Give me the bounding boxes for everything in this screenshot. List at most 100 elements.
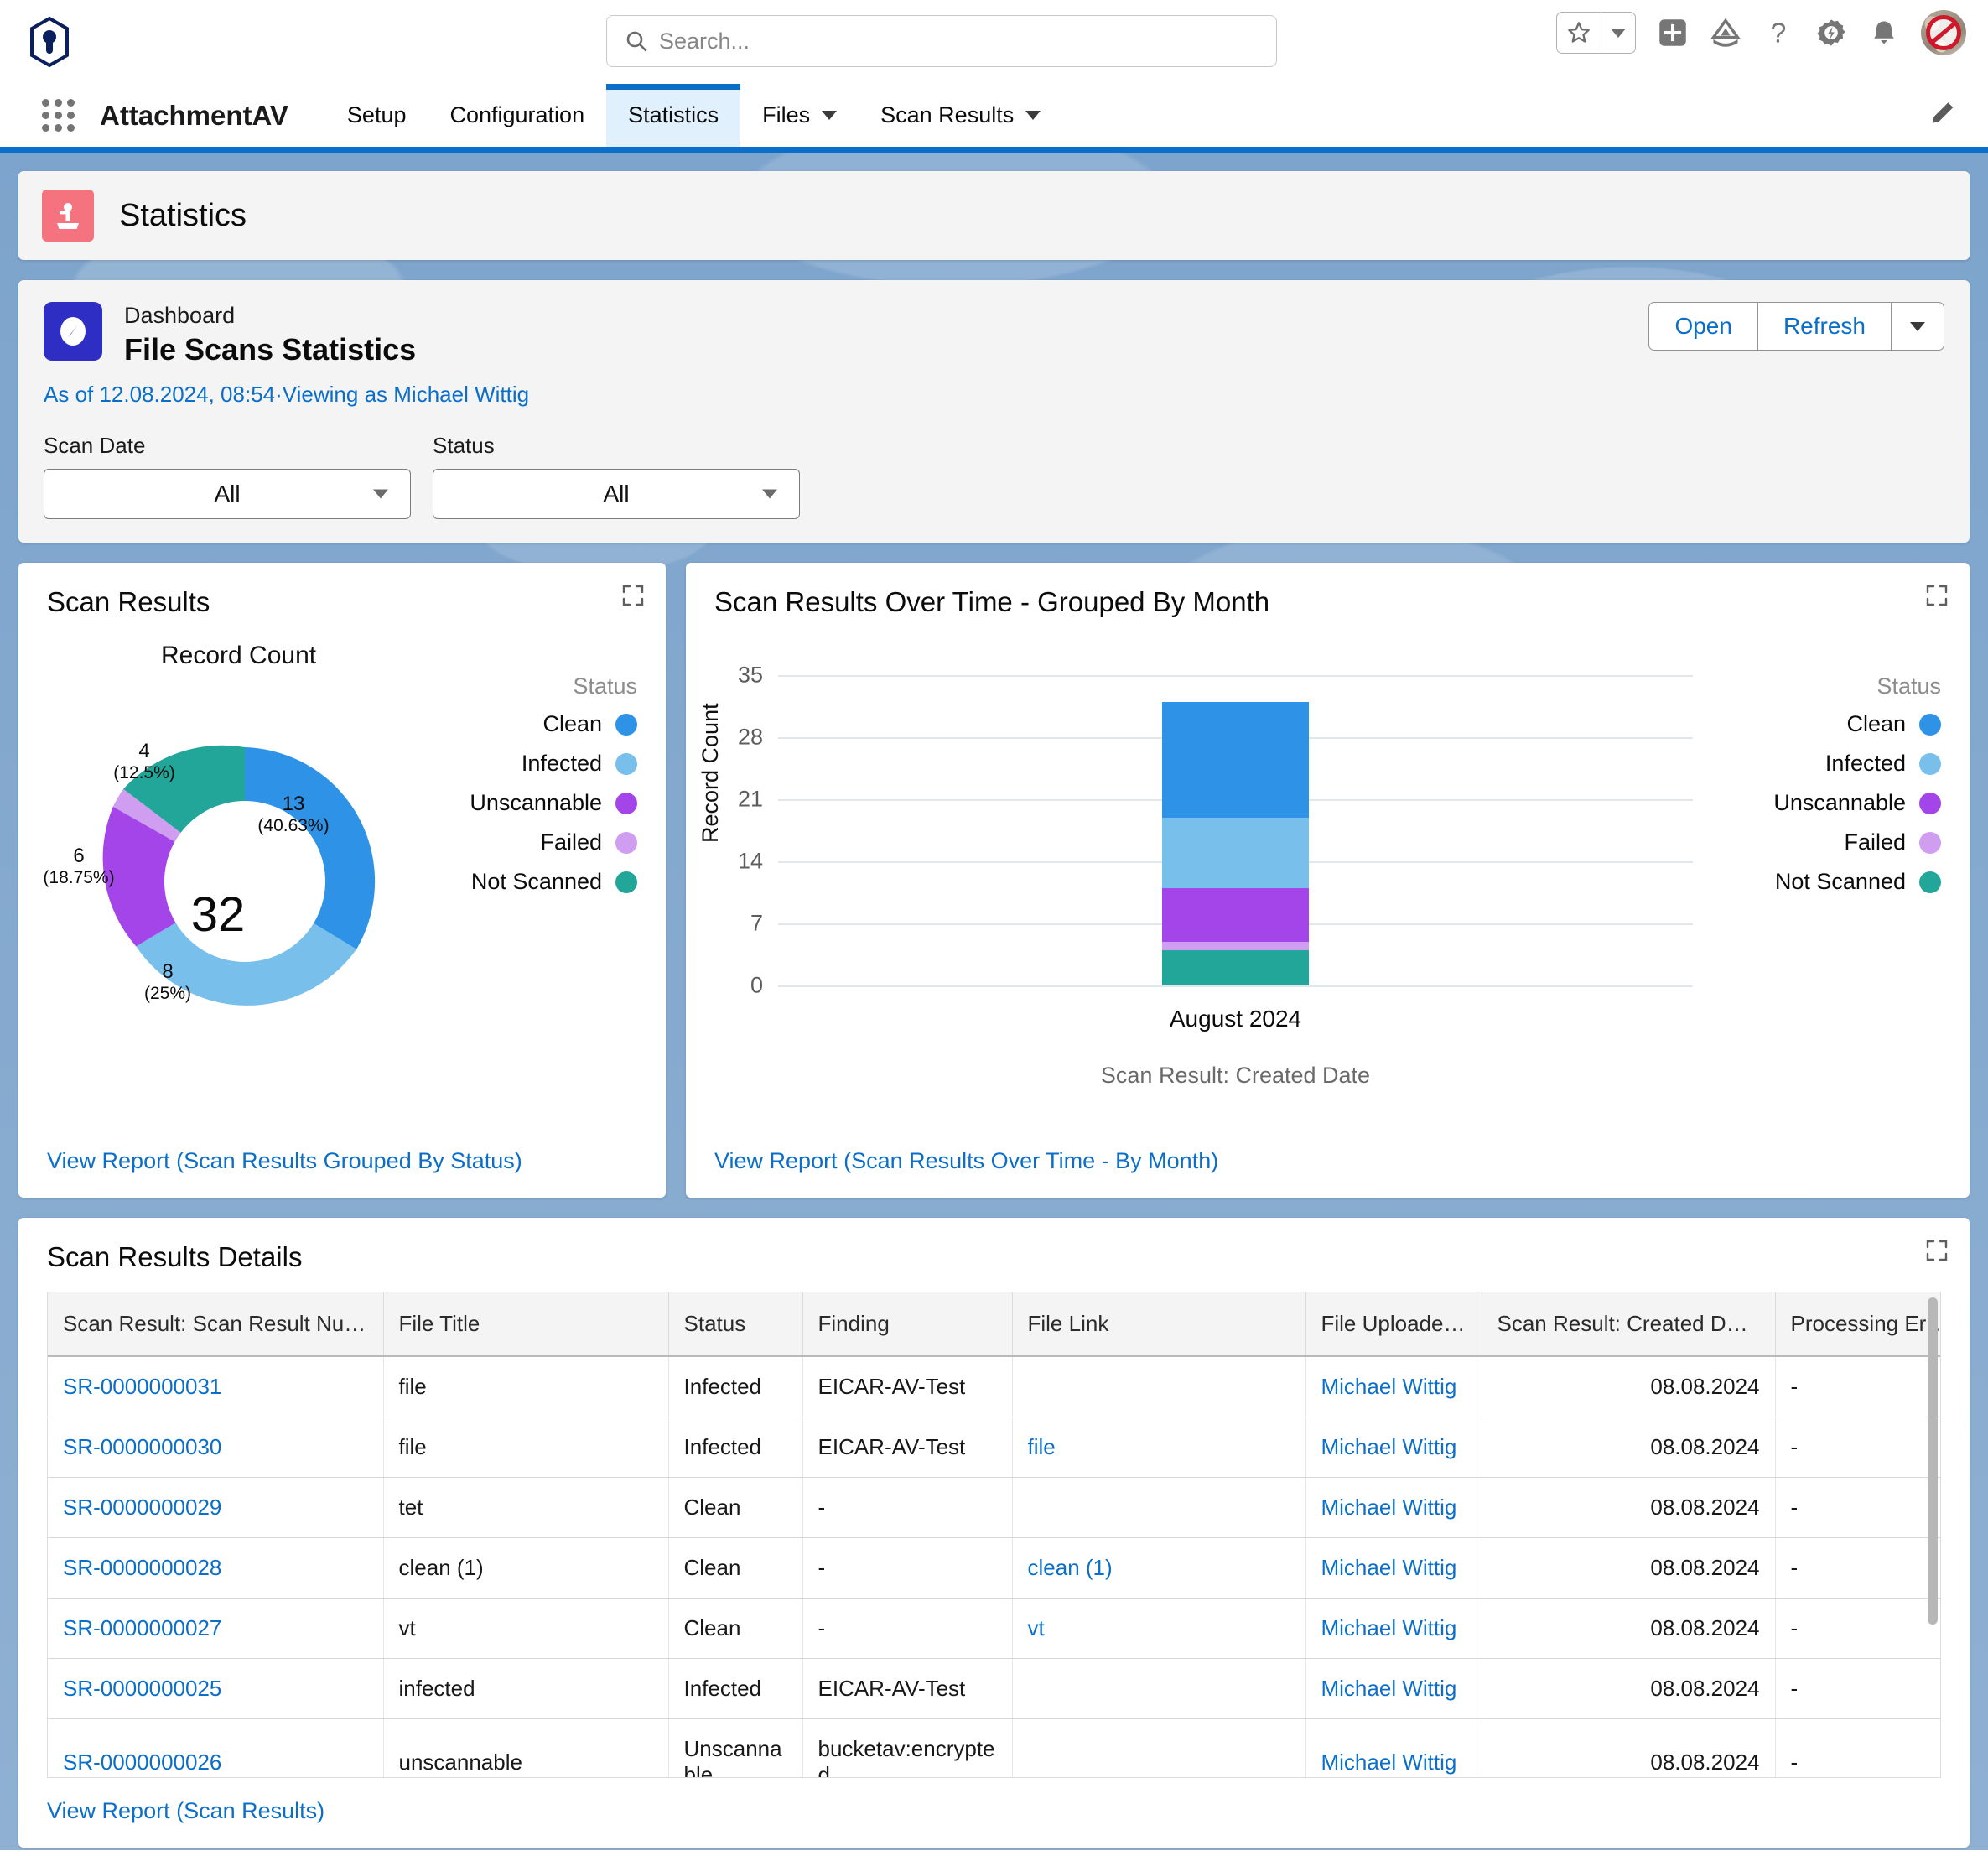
add-icon[interactable] <box>1658 18 1688 48</box>
notifications-bell-icon[interactable] <box>1869 18 1899 48</box>
legend-item-clean[interactable]: Clean <box>470 711 637 737</box>
widget-scan-results-donut: Scan Results Record Count 32 13 (40.63%)… <box>18 563 666 1198</box>
user-avatar[interactable] <box>1921 10 1966 55</box>
expand-icon[interactable] <box>1926 1240 1948 1266</box>
scan-result-link[interactable]: SR-0000000027 <box>63 1615 221 1640</box>
legend-item-failed[interactable]: Failed <box>470 829 637 855</box>
legend-item-infected[interactable]: Infected <box>1773 751 1941 777</box>
table-vertical-scrollbar[interactable] <box>1928 1297 1938 1625</box>
app-launcher-waffle-icon[interactable] <box>42 99 75 132</box>
details-table-body: SR-0000000031 file Infected EICAR-AV-Tes… <box>48 1356 1940 1778</box>
col-file-link[interactable]: File Link <box>1012 1292 1306 1358</box>
filter-scan-date-select[interactable]: All <box>44 469 411 520</box>
file-link[interactable]: file <box>1028 1434 1056 1459</box>
scan-result-link[interactable]: SR-0000000025 <box>63 1676 221 1701</box>
bar-segment-failed <box>1162 941 1309 951</box>
y-tick: 7 <box>750 910 763 936</box>
cell-file-link <box>1012 1356 1306 1418</box>
legend-color-swatch <box>1919 752 1941 775</box>
bar-august-2024[interactable] <box>1162 702 1309 986</box>
tab-files[interactable]: Files <box>740 84 859 147</box>
help-icon[interactable]: ? <box>1763 18 1793 48</box>
file-link[interactable]: vt <box>1028 1615 1045 1640</box>
table-row[interactable]: SR-0000000026 unscannable Unscannable bu… <box>48 1718 1940 1778</box>
dashboard-title: File Scans Statistics <box>124 332 417 367</box>
cell-number: SR-0000000025 <box>48 1658 384 1720</box>
chevron-down-icon[interactable] <box>822 111 838 120</box>
user-link[interactable]: Michael Wittig <box>1321 1495 1457 1520</box>
scan-result-link[interactable]: SR-0000000029 <box>63 1495 221 1520</box>
col-scan-result-number[interactable]: Scan Result: Scan Result Num… <box>48 1292 384 1358</box>
user-link[interactable]: Michael Wittig <box>1321 1555 1457 1580</box>
details-view-report-link[interactable]: View Report (Scan Results) <box>18 1778 1970 1843</box>
table-row[interactable]: SR-0000000025 infected Infected EICAR-AV… <box>48 1658 1940 1720</box>
legend-color-swatch <box>1919 792 1941 814</box>
favorites-group[interactable] <box>1556 12 1636 54</box>
filter-status-value: All <box>603 481 630 507</box>
user-link[interactable]: Michael Wittig <box>1321 1749 1457 1775</box>
filter-status-select[interactable]: All <box>433 469 800 520</box>
legend-color-swatch <box>615 792 637 814</box>
edit-pencil-icon[interactable] <box>1928 99 1956 132</box>
donut-chart: Record Count 32 13 (40.63%) 8 (25%) 6 (1… <box>18 618 666 1138</box>
tab-setup-label: Setup <box>346 102 407 127</box>
legend-color-swatch <box>1919 713 1941 736</box>
search-input[interactable] <box>659 28 1258 55</box>
global-search[interactable] <box>606 15 1277 67</box>
table-row[interactable]: SR-0000000028 clean (1) Clean - clean (1… <box>48 1537 1940 1599</box>
tab-scan-results[interactable]: Scan Results <box>859 84 1062 147</box>
app-launcher-icon[interactable] <box>1710 17 1741 49</box>
header-icon-group: ? <box>1556 10 1966 55</box>
chevron-down-icon[interactable] <box>1025 111 1041 120</box>
cell-number: SR-0000000030 <box>48 1417 384 1479</box>
tab-configuration[interactable]: Configuration <box>428 84 606 147</box>
bar-view-report-link[interactable]: View Report (Scan Results Over Time - By… <box>686 1138 1970 1198</box>
legend-item-clean[interactable]: Clean <box>1773 711 1941 737</box>
dashboard-more-actions-button[interactable] <box>1891 303 1944 350</box>
expand-icon[interactable] <box>1926 585 1948 611</box>
user-link[interactable]: Michael Wittig <box>1321 1374 1457 1399</box>
donut-label-infected: 8 (25%) <box>143 960 192 1003</box>
cell-processing-error: - <box>1775 1417 1940 1479</box>
col-processing-error[interactable]: Processing Er… <box>1775 1292 1940 1358</box>
refresh-button[interactable]: Refresh <box>1757 303 1891 350</box>
tab-statistics[interactable]: Statistics <box>606 84 741 147</box>
cell-created-date: 08.08.2024 <box>1482 1598 1776 1660</box>
table-row[interactable]: SR-0000000027 vt Clean - vt Michael Witt… <box>48 1598 1940 1660</box>
tab-scan-results-label: Scan Results <box>880 102 1015 127</box>
legend-item-failed[interactable]: Failed <box>1773 829 1941 855</box>
global-header: ? <box>0 0 1988 84</box>
expand-icon[interactable] <box>622 585 644 611</box>
scan-result-link[interactable]: SR-0000000030 <box>63 1434 221 1459</box>
col-file-title[interactable]: File Title <box>383 1292 669 1358</box>
legend-item-unscannable[interactable]: Unscannable <box>470 790 637 816</box>
legend-item-not-scanned[interactable]: Not Scanned <box>1773 869 1941 895</box>
tab-setup[interactable]: Setup <box>325 84 428 147</box>
scan-result-link[interactable]: SR-0000000031 <box>63 1374 221 1399</box>
col-finding[interactable]: Finding <box>802 1292 1013 1358</box>
user-link[interactable]: Michael Wittig <box>1321 1434 1457 1459</box>
col-file-uploaded-by[interactable]: File Uploaded… <box>1305 1292 1482 1358</box>
legend-item-unscannable[interactable]: Unscannable <box>1773 790 1941 816</box>
details-table-scroll[interactable]: Scan Result: Scan Result Num… File Title… <box>47 1292 1941 1779</box>
table-row[interactable]: SR-0000000031 file Infected EICAR-AV-Tes… <box>48 1356 1940 1418</box>
legend-item-infected[interactable]: Infected <box>470 751 637 777</box>
col-status[interactable]: Status <box>668 1292 803 1358</box>
col-created-date[interactable]: Scan Result: Created Date… <box>1482 1292 1776 1358</box>
donut-view-report-link[interactable]: View Report (Scan Results Grouped By Sta… <box>18 1138 666 1198</box>
bar-segment-infected <box>1162 817 1309 889</box>
scan-result-link[interactable]: SR-0000000028 <box>63 1555 221 1580</box>
table-row[interactable]: SR-0000000030 file Infected EICAR-AV-Tes… <box>48 1417 1940 1479</box>
open-button[interactable]: Open <box>1649 303 1757 350</box>
legend-item-not-scanned[interactable]: Not Scanned <box>470 869 637 895</box>
file-link[interactable]: clean (1) <box>1028 1555 1113 1580</box>
user-link[interactable]: Michael Wittig <box>1321 1676 1457 1701</box>
favorites-star-icon[interactable] <box>1557 13 1601 53</box>
scan-result-link[interactable]: SR-0000000026 <box>63 1749 221 1775</box>
favorites-caret-icon[interactable] <box>1601 13 1635 53</box>
table-row[interactable]: SR-0000000029 tet Clean - Michael Wittig… <box>48 1477 1940 1539</box>
legend-color-swatch <box>615 831 637 854</box>
tab-statistics-label: Statistics <box>628 102 719 127</box>
setup-gear-icon[interactable] <box>1815 17 1847 49</box>
user-link[interactable]: Michael Wittig <box>1321 1615 1457 1640</box>
